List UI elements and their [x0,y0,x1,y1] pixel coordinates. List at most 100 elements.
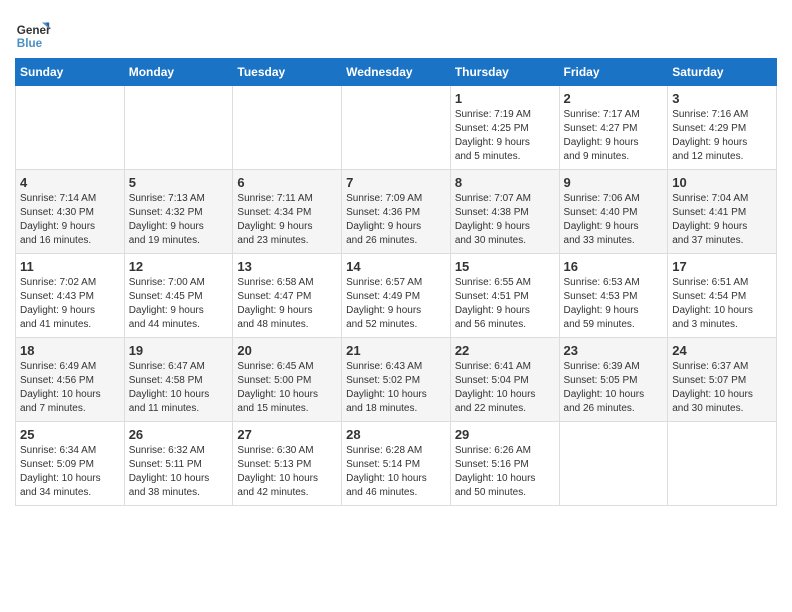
calendar-cell: 27 Sunrise: 6:30 AM Sunset: 5:13 PM Dayli… [233,422,342,506]
calendar-cell: 22Sunrise: 6:41 AM Sunset: 5:04 PM Dayli… [450,338,559,422]
day-info: Sunrise: 7:11 AM Sunset: 4:34 PM Dayligh… [237,192,337,248]
day-info: Sunrise: 6:26 AM Sunset: 5:16 PM Dayligh… [455,444,555,500]
header-sunday: Sunday [16,59,125,86]
day-number: 7 [346,175,446,190]
calendar-cell: 8 Sunrise: 7:07 AM Sunset: 4:38 PM Daylig… [450,170,559,254]
day-info: Sunrise: 7:14 AM Sunset: 4:30 PM Dayligh… [20,192,120,248]
day-number: 27 [237,427,337,442]
day-info: Sunrise: 6:43 AM Sunset: 5:02 PM Dayligh… [346,360,446,416]
svg-text:Blue: Blue [17,37,43,50]
calendar-cell [16,86,125,170]
day-number: 3 [672,91,772,106]
day-info: Sunrise: 6:39 AM Sunset: 5:05 PM Dayligh… [564,360,664,416]
day-number: 24 [672,343,772,358]
calendar-cell: 3 Sunrise: 7:16 AM Sunset: 4:29 PM Daylig… [668,86,777,170]
day-number: 25 [20,427,120,442]
calendar-cell: 24 Sunrise: 6:37 AM Sunset: 5:07 PM Dayli… [668,338,777,422]
calendar-cell: 29 Sunrise: 6:26 AM Sunset: 5:16 PM Dayli… [450,422,559,506]
day-number: 20 [237,343,337,358]
day-info: Sunrise: 6:30 AM Sunset: 5:13 PM Dayligh… [237,444,337,500]
day-info: Sunrise: 6:53 AM Sunset: 4:53 PM Dayligh… [564,276,664,332]
calendar-week-4: 18 Sunrise: 6:49 AM Sunset: 4:56 PM Dayli… [16,338,777,422]
day-info: Sunrise: 6:32 AM Sunset: 5:11 PM Dayligh… [129,444,229,500]
day-info: Sunrise: 6:49 AM Sunset: 4:56 PM Dayligh… [20,360,120,416]
calendar-cell: 4 Sunrise: 7:14 AM Sunset: 4:30 PM Daylig… [16,170,125,254]
day-number: 2 [564,91,664,106]
day-number: 21 [346,343,446,358]
day-info: Sunrise: 6:57 AM Sunset: 4:49 PM Dayligh… [346,276,446,332]
day-number: 9 [564,175,664,190]
day-number: 19 [129,343,229,358]
calendar-cell: 17 Sunrise: 6:51 AM Sunset: 4:54 PM Dayli… [668,254,777,338]
calendar-cell: 20 Sunrise: 6:45 AM Sunset: 5:00 PM Dayli… [233,338,342,422]
calendar-cell: 13Sunrise: 6:58 AM Sunset: 4:47 PM Dayli… [233,254,342,338]
day-info: Sunrise: 7:17 AM Sunset: 4:27 PM Dayligh… [564,108,664,164]
day-info: Sunrise: 7:04 AM Sunset: 4:41 PM Dayligh… [672,192,772,248]
calendar-week-3: 11 Sunrise: 7:02 AM Sunset: 4:43 PM Dayli… [16,254,777,338]
day-number: 23 [564,343,664,358]
day-number: 1 [455,91,555,106]
logo-icon: General Blue [15,18,51,54]
day-info: Sunrise: 6:37 AM Sunset: 5:07 PM Dayligh… [672,360,772,416]
calendar-cell: 18 Sunrise: 6:49 AM Sunset: 4:56 PM Dayli… [16,338,125,422]
day-info: Sunrise: 6:55 AM Sunset: 4:51 PM Dayligh… [455,276,555,332]
day-info: Sunrise: 6:28 AM Sunset: 5:14 PM Dayligh… [346,444,446,500]
calendar-cell: 23 Sunrise: 6:39 AM Sunset: 5:05 PM Dayli… [559,338,668,422]
day-number: 11 [20,259,120,274]
day-number: 16 [564,259,664,274]
day-info: Sunrise: 7:00 AM Sunset: 4:45 PM Dayligh… [129,276,229,332]
day-number: 8 [455,175,555,190]
calendar-cell [233,86,342,170]
calendar-cell: 28 Sunrise: 6:28 AM Sunset: 5:14 PM Dayli… [342,422,451,506]
day-number: 4 [20,175,120,190]
day-number: 22 [455,343,555,358]
day-info: Sunrise: 7:07 AM Sunset: 4:38 PM Dayligh… [455,192,555,248]
day-info: Sunrise: 6:45 AM Sunset: 5:00 PM Dayligh… [237,360,337,416]
day-number: 5 [129,175,229,190]
calendar-cell: 11 Sunrise: 7:02 AM Sunset: 4:43 PM Dayli… [16,254,125,338]
day-info: Sunrise: 6:51 AM Sunset: 4:54 PM Dayligh… [672,276,772,332]
header-saturday: Saturday [668,59,777,86]
calendar-cell: 12Sunrise: 7:00 AM Sunset: 4:45 PM Dayli… [124,254,233,338]
day-info: Sunrise: 7:06 AM Sunset: 4:40 PM Dayligh… [564,192,664,248]
day-info: Sunrise: 7:09 AM Sunset: 4:36 PM Dayligh… [346,192,446,248]
calendar-cell [342,86,451,170]
calendar-cell: 19 Sunrise: 6:47 AM Sunset: 4:58 PM Dayli… [124,338,233,422]
calendar-cell: 9 Sunrise: 7:06 AM Sunset: 4:40 PM Daylig… [559,170,668,254]
day-number: 14 [346,259,446,274]
calendar-table: SundayMondayTuesdayWednesdayThursdayFrid… [15,58,777,506]
calendar-cell: 2 Sunrise: 7:17 AM Sunset: 4:27 PM Daylig… [559,86,668,170]
day-info: Sunrise: 6:58 AM Sunset: 4:47 PM Dayligh… [237,276,337,332]
header-thursday: Thursday [450,59,559,86]
day-info: Sunrise: 7:16 AM Sunset: 4:29 PM Dayligh… [672,108,772,164]
calendar-cell: 16 Sunrise: 6:53 AM Sunset: 4:53 PM Dayli… [559,254,668,338]
header-tuesday: Tuesday [233,59,342,86]
calendar-cell: 7 Sunrise: 7:09 AM Sunset: 4:36 PM Daylig… [342,170,451,254]
calendar-cell: 21 Sunrise: 6:43 AM Sunset: 5:02 PM Dayli… [342,338,451,422]
day-number: 10 [672,175,772,190]
calendar-cell: 6 Sunrise: 7:11 AM Sunset: 4:34 PM Daylig… [233,170,342,254]
day-number: 28 [346,427,446,442]
day-info: Sunrise: 6:47 AM Sunset: 4:58 PM Dayligh… [129,360,229,416]
day-number: 18 [20,343,120,358]
calendar-cell [668,422,777,506]
day-number: 15 [455,259,555,274]
header-friday: Friday [559,59,668,86]
header-monday: Monday [124,59,233,86]
calendar-cell: 10 Sunrise: 7:04 AM Sunset: 4:41 PM Dayli… [668,170,777,254]
day-info: Sunrise: 7:13 AM Sunset: 4:32 PM Dayligh… [129,192,229,248]
calendar-week-5: 25 Sunrise: 6:34 AM Sunset: 5:09 PM Dayli… [16,422,777,506]
calendar-week-1: 1Sunrise: 7:19 AM Sunset: 4:25 PM Daylig… [16,86,777,170]
day-number: 6 [237,175,337,190]
header-wednesday: Wednesday [342,59,451,86]
day-info: Sunrise: 6:34 AM Sunset: 5:09 PM Dayligh… [20,444,120,500]
calendar-cell: 5 Sunrise: 7:13 AM Sunset: 4:32 PM Daylig… [124,170,233,254]
page-header: General Blue [15,10,777,54]
day-info: Sunrise: 7:02 AM Sunset: 4:43 PM Dayligh… [20,276,120,332]
calendar-week-2: 4 Sunrise: 7:14 AM Sunset: 4:30 PM Daylig… [16,170,777,254]
day-number: 17 [672,259,772,274]
calendar-cell: 15 Sunrise: 6:55 AM Sunset: 4:51 PM Dayli… [450,254,559,338]
day-number: 29 [455,427,555,442]
calendar-cell: 26Sunrise: 6:32 AM Sunset: 5:11 PM Dayli… [124,422,233,506]
logo: General Blue [15,18,55,54]
